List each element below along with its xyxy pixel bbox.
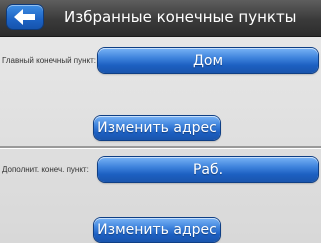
change-main-address-button[interactable]: Изменить адрес bbox=[94, 116, 220, 140]
extra-destination-label: Дополнит. конеч. пункт: bbox=[2, 165, 89, 174]
arrow-left-icon bbox=[14, 9, 35, 25]
change-extra-address-button[interactable]: Изменить адрес bbox=[94, 218, 220, 242]
back-button[interactable] bbox=[7, 5, 43, 29]
main-destination-label: Главный конечный пункт: bbox=[2, 56, 97, 65]
title-bar: Избранные конечные пункты bbox=[0, 0, 321, 37]
main-destination-button[interactable]: Дом bbox=[98, 48, 318, 73]
page-title: Избранные конечные пункты bbox=[64, 8, 297, 26]
divider bbox=[0, 146, 321, 149]
extra-destination-button[interactable]: Раб. bbox=[98, 157, 318, 182]
